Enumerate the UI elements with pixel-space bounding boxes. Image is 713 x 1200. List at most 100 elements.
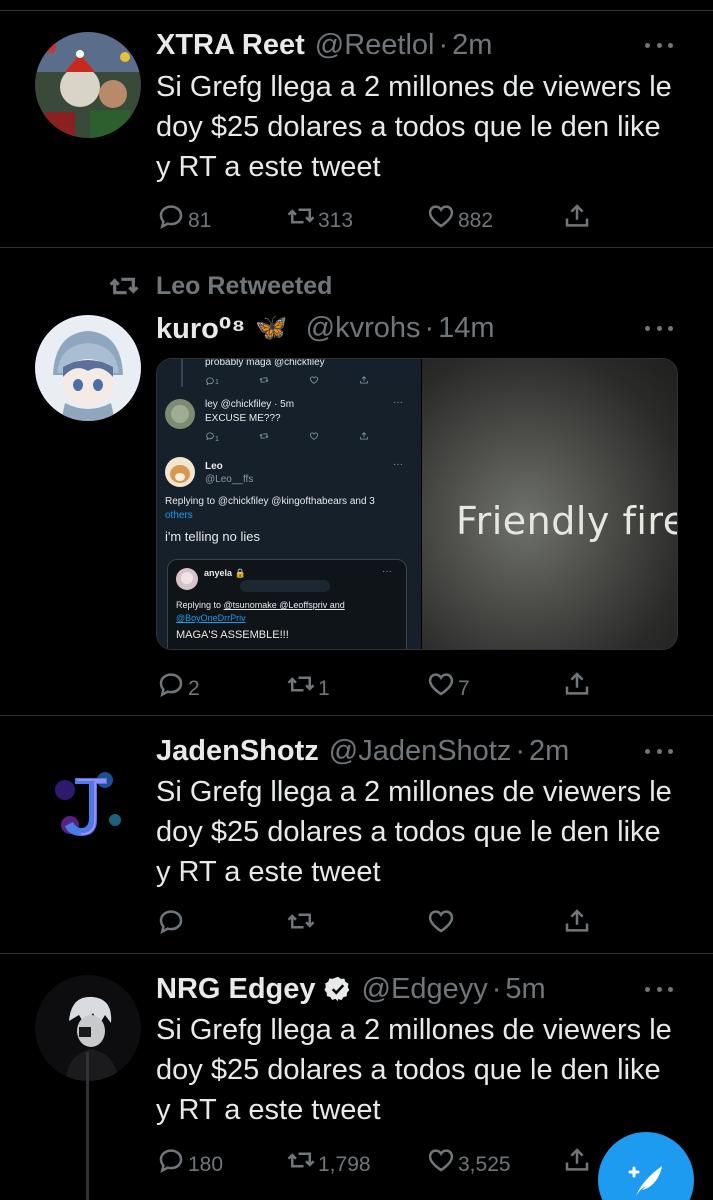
avatar[interactable] <box>35 750 141 856</box>
mini-text: probably maga @chickfiley <box>205 359 325 368</box>
mini-count: 1 <box>215 379 219 386</box>
reply-button[interactable]: 180 <box>156 1142 223 1178</box>
mini-replying-mentions: @tsunomake @Leoffspriv and <box>223 600 345 610</box>
redacted-handle <box>240 580 330 592</box>
username[interactable]: @kvrohs <box>306 312 421 345</box>
verified-icon <box>323 976 349 1002</box>
share-button[interactable] <box>562 666 592 702</box>
mini-more-icon: ··· <box>393 459 403 470</box>
thread-connector <box>181 359 183 387</box>
username[interactable]: @Reetlol <box>315 29 435 62</box>
mini-replying-prefix: Replying to <box>165 496 216 507</box>
avatar[interactable] <box>35 315 141 421</box>
mini-actions: 1 <box>205 375 369 388</box>
media-image-friendly-fire[interactable]: Friendly fire <box>422 359 678 649</box>
mini-reply-icon: 1 <box>205 376 219 387</box>
mini-actions: 1 <box>205 431 369 444</box>
separator-dot: · <box>438 28 449 61</box>
like-count: 3,525 <box>458 1153 511 1176</box>
like-button[interactable]: 7 <box>426 666 470 702</box>
media-image-screenshot[interactable]: probably maga @chickfiley 1 ley @chickfi… <box>157 359 421 649</box>
tweet-header: kuro⁰⁸ 🦋 @kvrohs · 14m <box>156 308 495 348</box>
timestamp[interactable]: 2m <box>452 29 492 62</box>
butterfly-emoji: 🦋 <box>255 313 288 343</box>
mini-ley-text: EXCUSE ME??? <box>205 413 281 424</box>
mini-share-icon <box>359 375 369 388</box>
reply-icon <box>156 201 186 231</box>
share-button[interactable] <box>562 903 592 939</box>
mini-retweet-icon <box>259 375 269 388</box>
display-name[interactable]: NRG Edgey <box>156 973 316 1006</box>
tweet-actions: 81 313 882 <box>156 198 596 234</box>
reply-button[interactable]: 2 <box>156 666 200 702</box>
compose-tweet-button[interactable] <box>598 1132 694 1200</box>
retweet-button[interactable]: 313 <box>286 198 353 234</box>
compose-icon <box>628 1166 662 1196</box>
like-count: 7 <box>458 677 470 700</box>
separator-dot: · <box>424 311 435 344</box>
mini-ley-name: ley <box>205 399 218 410</box>
mini-like-icon <box>309 431 319 444</box>
retweet-icon <box>286 201 316 231</box>
retweet-icon <box>286 669 316 699</box>
like-icon <box>426 1145 456 1175</box>
mini-leo-handle: @Leo__ffs <box>205 474 254 485</box>
retweet-icon <box>108 270 140 302</box>
share-icon <box>562 669 592 699</box>
tweet-header: XTRA Reet @Reetlol · 2m <box>156 25 492 65</box>
media-attachment[interactable]: probably maga @chickfiley 1 ley @chickfi… <box>156 358 678 650</box>
like-icon <box>426 906 456 936</box>
display-name[interactable]: kuro⁰⁸ <box>156 311 245 346</box>
like-button[interactable]: 882 <box>426 198 493 234</box>
top-divider <box>0 10 713 11</box>
more-icon[interactable] <box>645 985 673 993</box>
share-button[interactable] <box>562 1142 592 1178</box>
timestamp[interactable]: 2m <box>529 735 569 768</box>
mini-avatar-ley <box>165 399 195 429</box>
retweet-icon <box>286 906 316 936</box>
retweet-context[interactable]: Leo Retweeted <box>108 270 332 302</box>
reply-icon <box>156 1145 186 1175</box>
retweet-count: 1 <box>318 677 330 700</box>
retweet-icon <box>286 1145 316 1175</box>
display-name[interactable]: JadenShotz <box>156 735 319 768</box>
mini-line1: probably maga <box>205 359 272 368</box>
share-icon <box>562 906 592 936</box>
mini-ley-handle: @chickfiley · 5m <box>220 399 295 410</box>
timestamp[interactable]: 14m <box>438 312 494 345</box>
more-icon[interactable] <box>645 747 673 755</box>
tweet-header: NRG Edgey @Edgeyy · 5m <box>156 969 546 1009</box>
mini-anyela-text: MAGA'S ASSEMBLE!!! <box>176 629 289 641</box>
mini-anyela-name: anyela 🔒 <box>204 568 246 578</box>
tweet-actions <box>156 903 596 939</box>
reply-button[interactable]: 81 <box>156 198 211 234</box>
tweet-header: JadenShotz @JadenShotz · 2m <box>156 731 569 771</box>
display-name[interactable]: XTRA Reet <box>156 29 305 62</box>
like-button[interactable]: 3,525 <box>426 1142 511 1178</box>
share-icon <box>562 1145 592 1175</box>
more-icon[interactable] <box>645 41 673 49</box>
divider <box>0 247 713 248</box>
like-button[interactable] <box>426 903 458 939</box>
mini-leo-name: Leo <box>205 461 223 472</box>
retweet-button[interactable]: 1,798 <box>286 1142 371 1178</box>
avatar[interactable] <box>35 32 141 138</box>
mini-avatar-anyela <box>176 568 198 590</box>
retweet-button[interactable]: 1 <box>286 666 330 702</box>
timestamp[interactable]: 5m <box>505 973 545 1006</box>
retweet-button[interactable] <box>286 903 318 939</box>
share-button[interactable] <box>562 198 592 234</box>
more-icon[interactable] <box>645 324 673 332</box>
mini-leo-text: i'm telling no lies <box>165 529 260 544</box>
mini-mention: @chickfiley <box>273 359 325 368</box>
image-caption: Friendly fire <box>456 499 678 543</box>
username[interactable]: @JadenShotz <box>329 735 512 768</box>
like-icon <box>426 201 456 231</box>
reply-button[interactable] <box>156 903 188 939</box>
separator-dot: · <box>491 972 502 1005</box>
username[interactable]: @Edgeyy <box>362 973 488 1006</box>
divider <box>0 715 713 716</box>
mini-leo-replying: Replying to @chickfiley @kingofthabears … <box>165 496 375 507</box>
mini-anyela-replying: Replying to @tsunomake @Leoffspriv and <box>176 600 345 610</box>
tweet-text: Si Grefg llega a 2 millones de viewers l… <box>156 1014 672 1126</box>
